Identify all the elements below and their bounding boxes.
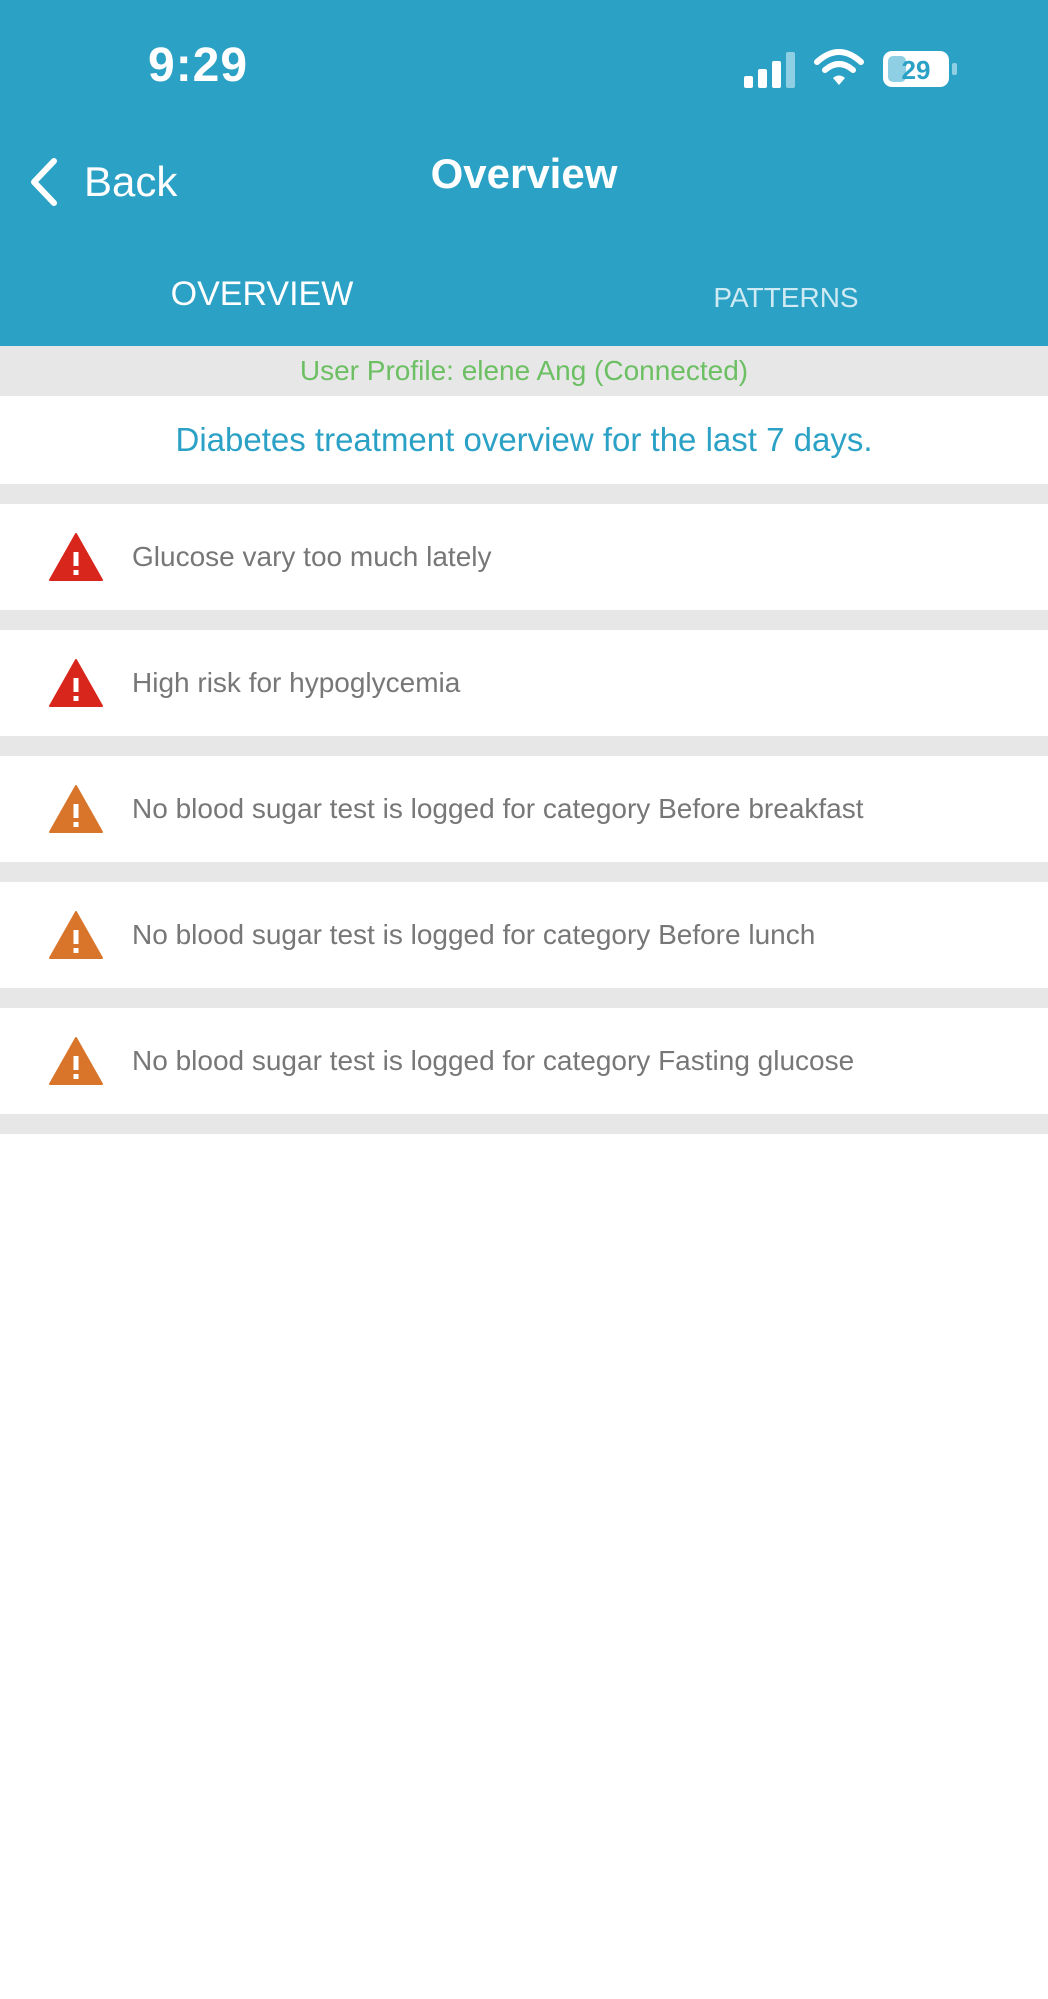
divider	[0, 1114, 1048, 1134]
alert-row[interactable]: Glucose vary too much lately	[0, 504, 1048, 610]
warning-icon	[49, 533, 103, 581]
alert-row[interactable]: No blood sugar test is logged for catego…	[0, 882, 1048, 988]
divider	[0, 610, 1048, 630]
battery-level-text: 29	[902, 55, 931, 85]
tab-patterns-label: PATTERNS	[713, 282, 859, 313]
alert-text: Glucose vary too much lately	[132, 541, 492, 572]
alert-text: No blood sugar test is logged for catego…	[132, 793, 864, 824]
alert-row[interactable]: No blood sugar test is logged for catego…	[0, 756, 1048, 862]
status-time: 9:29	[148, 39, 249, 92]
warning-icon	[49, 1037, 103, 1085]
warning-icon	[49, 911, 103, 959]
warning-icon	[49, 785, 103, 833]
battery-icon: 29	[883, 51, 957, 87]
divider	[0, 862, 1048, 882]
user-profile-status: User Profile: elene Ang (Connected)	[0, 346, 1048, 396]
page-title: Overview	[430, 150, 618, 197]
app-screen: 9:29 29 Back Overview OVERVIEW PATTERNS …	[0, 0, 1048, 1999]
tab-overview-label: OVERVIEW	[170, 275, 354, 313]
alert-text: No blood sugar test is logged for catego…	[132, 1045, 855, 1076]
tab-patterns[interactable]: PATTERNS	[524, 282, 1048, 314]
cellular-signal-icon	[744, 52, 795, 88]
warning-icon	[49, 659, 103, 707]
divider	[0, 484, 1048, 504]
alert-row[interactable]: High risk for hypoglycemia	[0, 630, 1048, 736]
overview-summary: Diabetes treatment overview for the last…	[0, 396, 1048, 484]
alert-row[interactable]: No blood sugar test is logged for catego…	[0, 1008, 1048, 1114]
alert-text: High risk for hypoglycemia	[132, 667, 461, 698]
divider	[0, 736, 1048, 756]
tab-overview[interactable]: OVERVIEW	[0, 275, 524, 314]
alert-text: No blood sugar test is logged for catego…	[132, 919, 816, 950]
divider	[0, 988, 1048, 1008]
wifi-icon	[814, 49, 864, 85]
app-header: 9:29 29 Back Overview OVERVIEW PATTERNS	[0, 0, 1048, 346]
